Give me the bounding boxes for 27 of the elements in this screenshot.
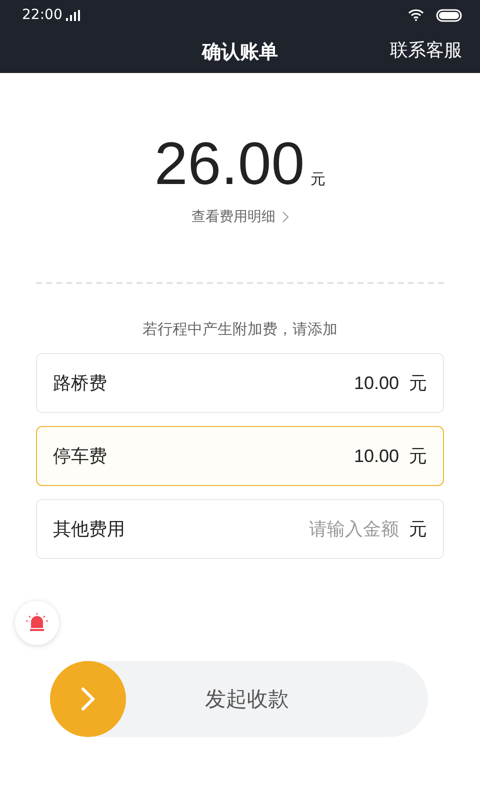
- contact-service-button[interactable]: 联系客服: [390, 38, 462, 62]
- fee-label: 其他费用: [53, 518, 125, 541]
- slider-track[interactable]: 发起收款: [50, 661, 428, 737]
- wifi-icon: [408, 9, 424, 21]
- fee-unit: 元: [409, 518, 427, 541]
- amount-unit: 元: [310, 170, 326, 189]
- fee-row[interactable]: 路桥费 10.00 元: [36, 353, 444, 413]
- fee-unit: 元: [409, 445, 427, 468]
- amount-input[interactable]: 请输入金额: [281, 518, 401, 540]
- amount-input[interactable]: 10.00: [281, 372, 401, 394]
- fee-row[interactable]: 停车费 10.00 元: [36, 426, 444, 486]
- alarm-light-icon: [26, 613, 48, 633]
- total-amount: 26.00: [154, 129, 305, 198]
- status-time: 22:00: [22, 7, 62, 23]
- fee-detail-link[interactable]: 查看费用明细: [192, 208, 288, 226]
- battery-icon: [436, 8, 462, 22]
- signal-icon: [66, 10, 80, 20]
- alarm-button[interactable]: [15, 601, 59, 645]
- page-title: 确认账单: [202, 40, 278, 64]
- fee-label: 停车费: [53, 445, 107, 468]
- chevron-right-icon: [282, 211, 288, 223]
- surcharge-hint: 若行程中产生附加费，请添加: [142, 320, 338, 339]
- slider-label: 发起收款: [204, 686, 290, 713]
- amount-input[interactable]: 10.00: [281, 444, 401, 468]
- fee-label: 路桥费: [53, 372, 107, 395]
- fee-unit: 元: [409, 372, 427, 395]
- fee-row[interactable]: 其他费用 请输入金额 元: [36, 499, 444, 559]
